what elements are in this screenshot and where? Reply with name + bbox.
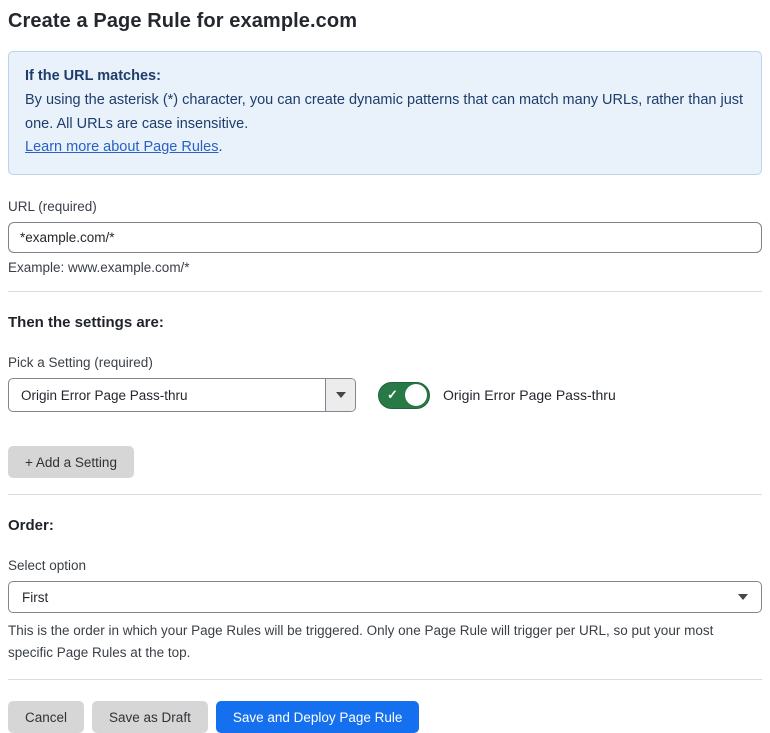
setting-toggle-label: Origin Error Page Pass-thru	[443, 387, 616, 404]
order-select-value: First	[22, 589, 49, 605]
setting-toggle[interactable]: ✓	[378, 381, 430, 409]
setting-picker-label: Pick a Setting (required)	[8, 355, 153, 371]
divider	[8, 494, 762, 496]
learn-more-link[interactable]: Learn more about Page Rules	[25, 139, 218, 155]
save-as-draft-button[interactable]: Save as Draft	[92, 701, 208, 733]
url-match-info-box: If the URL matches: By using the asteris…	[8, 51, 762, 176]
chevron-down-icon	[738, 594, 748, 601]
info-box-link-line: Learn more about Page Rules.	[25, 136, 745, 160]
order-section-heading: Order:	[8, 517, 54, 535]
url-field-label: URL (required)	[8, 199, 97, 215]
setting-row: Origin Error Page Pass-thru ✓ Origin Err…	[8, 378, 762, 413]
add-setting-button[interactable]: + Add a Setting	[8, 446, 134, 479]
cancel-button[interactable]: Cancel	[8, 701, 85, 733]
order-help-text: This is the order in which your Page Rul…	[8, 623, 714, 660]
settings-section-heading: Then the settings are:	[8, 314, 164, 332]
chevron-down-icon	[335, 392, 346, 399]
save-and-deploy-button[interactable]: Save and Deploy Page Rule	[215, 701, 420, 733]
checkmark-icon: ✓	[387, 387, 398, 403]
setting-select-value: Origin Error Page Pass-thru	[21, 387, 188, 403]
page-title: Create a Page Rule for example.com	[8, 10, 358, 32]
info-box-body: By using the asterisk (*) character, you…	[25, 91, 744, 132]
divider	[8, 679, 762, 681]
order-select[interactable]: First	[8, 581, 762, 614]
url-input[interactable]	[8, 222, 762, 254]
toggle-knob	[405, 384, 427, 407]
action-buttons-row: Cancel Save as Draft Save and Deploy Pag…	[8, 701, 762, 733]
divider	[8, 291, 762, 293]
setting-select-arrow-button[interactable]	[325, 379, 355, 412]
order-select-label: Select option	[8, 558, 87, 574]
setting-select[interactable]: Origin Error Page Pass-thru	[8, 378, 356, 413]
page-rule-form: Create a Page Rule for example.com If th…	[0, 0, 770, 733]
link-period: .	[218, 139, 223, 156]
info-box-heading: If the URL matches:	[25, 68, 161, 84]
url-example-hint: Example: www.example.com/*	[8, 260, 190, 276]
